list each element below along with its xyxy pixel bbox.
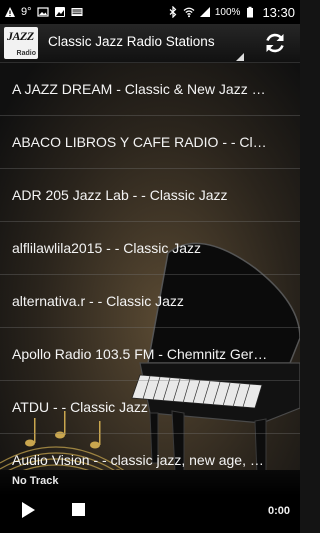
list-item[interactable]: alternativa.r - - Classic Jazz [0, 275, 300, 328]
station-name: Audio Vision - - classic jazz, new age, … [12, 452, 270, 468]
station-list-area: A JAZZ DREAM - Classic & New Jazz Rhythm… [0, 63, 300, 470]
logo-subtext: Radio [16, 50, 36, 57]
bluetooth-icon [169, 6, 177, 18]
gallery-icon [54, 7, 65, 17]
app-logo[interactable]: JAZZ Radio [4, 27, 38, 59]
battery-icon [247, 6, 254, 18]
logo-text: JAZZ [7, 29, 34, 43]
station-name: alflilawlila2015 - - Classic Jazz [12, 240, 202, 256]
list-item[interactable]: ABACO LIBROS Y CAFE RADIO - - Classic Ja… [0, 116, 300, 169]
refresh-icon[interactable] [262, 30, 288, 56]
station-name: Apollo Radio 103.5 FM - Chemnitz Germany [12, 346, 270, 362]
page-title[interactable]: Classic Jazz Radio Stations [48, 34, 215, 49]
dropdown-indicator-icon[interactable] [236, 53, 244, 61]
station-name: ADR 205 Jazz Lab - - Classic Jazz [12, 187, 228, 203]
signal-icon [199, 7, 210, 17]
notification-temperature: 9° [21, 6, 32, 18]
list-item[interactable]: Apollo Radio 103.5 FM - Chemnitz Germany [0, 328, 300, 381]
elapsed-time: 0:00 [267, 505, 290, 517]
station-list: A JAZZ DREAM - Classic & New Jazz Rhythm… [0, 63, 300, 470]
list-item[interactable]: ATDU - - Classic Jazz [0, 381, 300, 434]
now-playing-label: No Track [12, 475, 59, 487]
list-item[interactable]: A JAZZ DREAM - Classic & New Jazz Rhythm [0, 63, 300, 116]
station-name: alternativa.r - - Classic Jazz [12, 293, 184, 309]
list-item[interactable]: Audio Vision - - classic jazz, new age, … [0, 434, 300, 470]
station-name: A JAZZ DREAM - Classic & New Jazz Rhythm [12, 81, 270, 97]
news-icon [71, 8, 83, 16]
action-bar: JAZZ Radio Classic Jazz Radio Stations [0, 24, 300, 63]
clock: 13:30 [262, 4, 295, 20]
player-bar: No Track 0:00 [0, 470, 300, 533]
wifi-icon [183, 7, 195, 18]
list-item[interactable]: alflilawlila2015 - - Classic Jazz [0, 222, 300, 275]
image-icon [36, 7, 49, 17]
station-name: ATDU - - Classic Jazz [12, 399, 148, 415]
stop-icon[interactable] [72, 503, 85, 516]
station-name: ABACO LIBROS Y CAFE RADIO - - Classic Ja… [12, 134, 270, 150]
list-item[interactable]: ADR 205 Jazz Lab - - Classic Jazz [0, 169, 300, 222]
play-icon[interactable] [22, 502, 35, 518]
status-bar: 9° 100% 13:30 [0, 0, 300, 24]
battery-percent: 100% [214, 6, 241, 18]
warning-icon [5, 7, 15, 17]
